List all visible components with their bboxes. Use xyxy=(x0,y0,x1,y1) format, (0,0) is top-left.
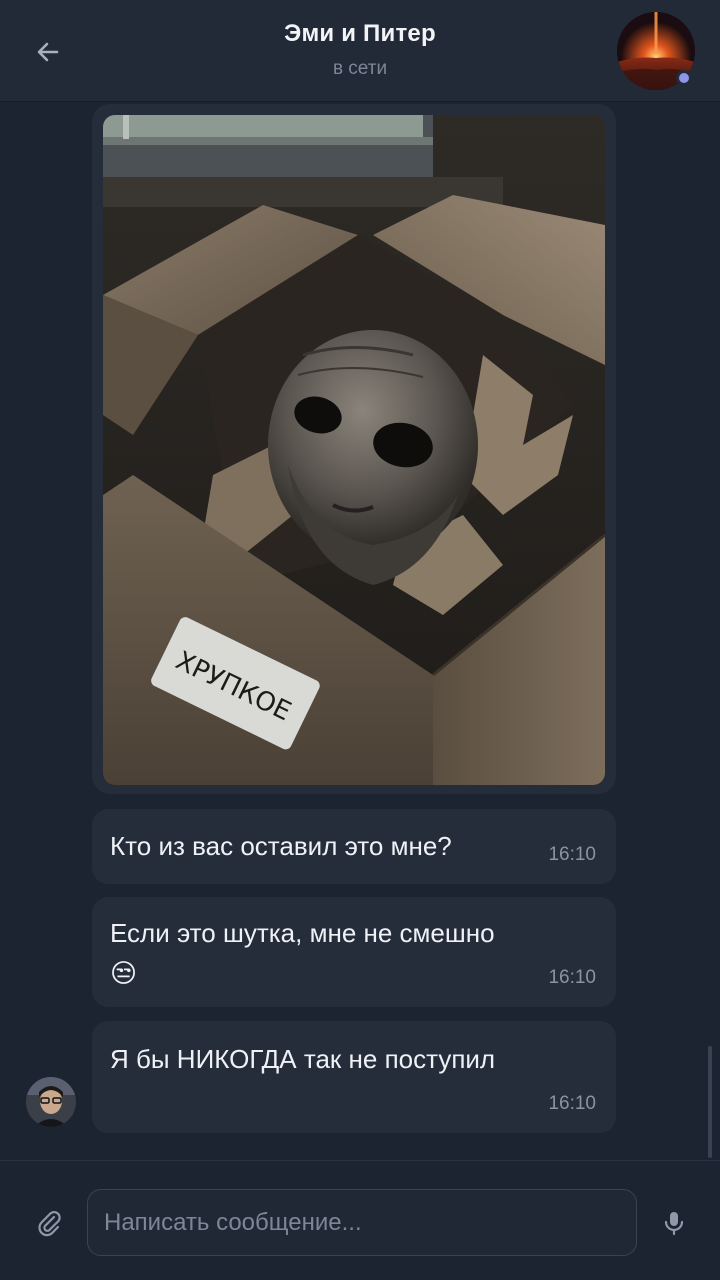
message-time: 16:10 xyxy=(548,1093,596,1114)
online-indicator xyxy=(676,70,692,86)
scrollbar[interactable] xyxy=(708,1046,712,1158)
attach-button[interactable] xyxy=(28,1201,72,1245)
photo-image: ХРУПКОЕ xyxy=(103,115,605,785)
message-input[interactable] xyxy=(88,1190,636,1255)
attached-photo[interactable]: ХРУПКОЕ xyxy=(103,115,605,785)
message-text: Кто из вас оставил это мне? xyxy=(110,831,452,861)
message-input-field[interactable] xyxy=(87,1189,637,1256)
message-text: Если это шутка, мне не смешно 😒 xyxy=(110,913,495,993)
message-bubble[interactable]: Если это шутка, мне не смешно 😒 16:10 xyxy=(92,897,616,1007)
message-time: 16:10 xyxy=(548,967,596,988)
chat-header: Эми и Питер в сети xyxy=(0,0,720,102)
message-time: 16:10 xyxy=(548,844,596,865)
composer-bar xyxy=(0,1160,720,1280)
paperclip-icon xyxy=(38,1211,61,1237)
chat-title-block[interactable]: Эми и Питер в сети xyxy=(0,20,720,80)
sender-avatar-image xyxy=(26,1077,76,1127)
message-text-content: Если это шутка, мне не смешно xyxy=(110,918,495,948)
chat-title: Эми и Питер xyxy=(284,20,436,47)
sender-avatar[interactable] xyxy=(26,1077,76,1127)
message-bubble[interactable]: Я бы НИКОГДА так не поступил 16:10 xyxy=(92,1021,616,1133)
message-bubble[interactable]: Кто из вас оставил это мне? 16:10 xyxy=(92,809,616,884)
unamused-emoji-icon: 😒 xyxy=(110,958,138,988)
photo-message[interactable]: ХРУПКОЕ xyxy=(92,104,616,794)
microphone-icon xyxy=(664,1212,684,1236)
voice-message-button[interactable] xyxy=(652,1201,696,1245)
message-text: Я бы НИКОГДА так не поступил xyxy=(110,1044,496,1074)
chat-status: в сети xyxy=(332,58,388,79)
